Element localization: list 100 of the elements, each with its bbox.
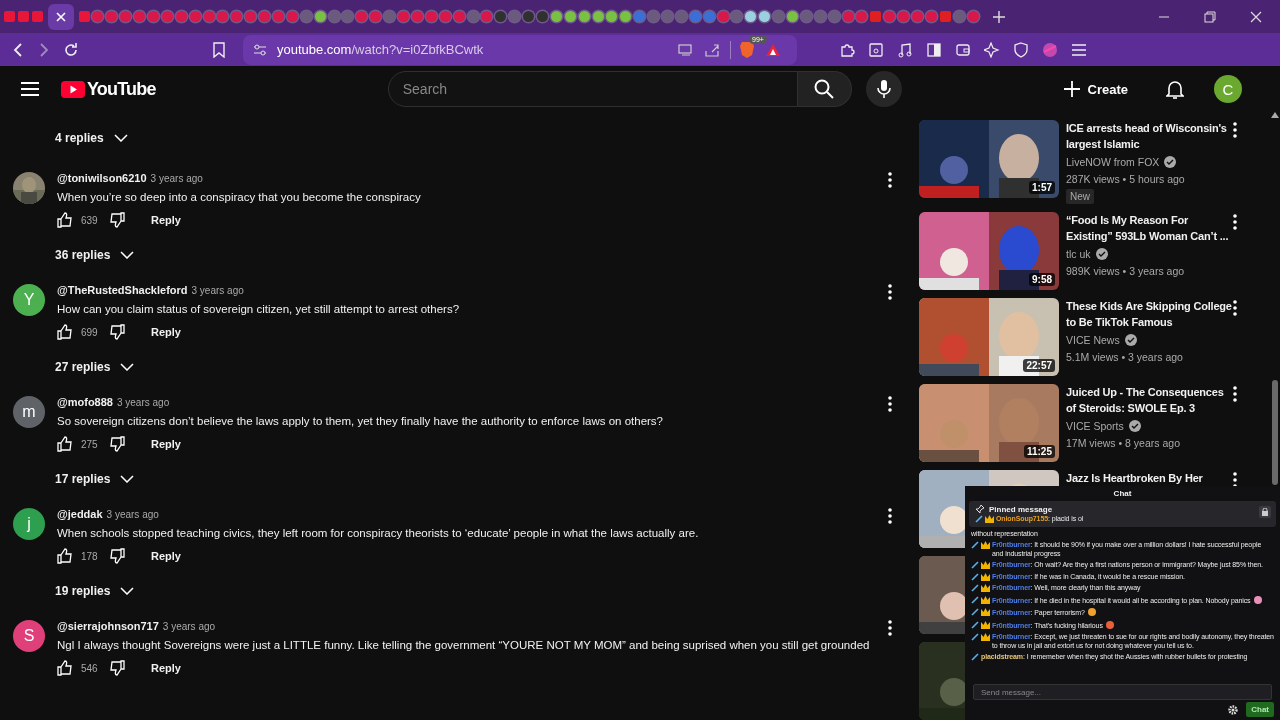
reply-button[interactable]: Reply [147,660,185,676]
search-button[interactable] [797,71,852,107]
dislike-icon[interactable] [109,660,125,676]
youtube-logo[interactable]: YouTube [87,78,156,100]
tab-favicon-icon[interactable] [578,11,590,22]
wallet-icon[interactable] [955,41,971,58]
comment-time[interactable]: 3 years ago [162,621,216,632]
sidebar-icon[interactable] [926,41,942,58]
channel-name[interactable]: tlc uk [1066,248,1091,260]
tab-favicon-icon[interactable] [620,11,632,22]
replies-toggle[interactable]: 36 replies [55,243,135,267]
like-icon[interactable] [57,212,73,228]
dislike-icon[interactable] [109,324,125,340]
dislike-icon[interactable] [109,436,125,452]
video-stats: 17M views • 8 years ago [1066,437,1181,449]
video-title[interactable]: Jazz Is Heartbroken By Her [1066,470,1234,486]
sparkle-icon[interactable] [984,41,1000,58]
like-icon[interactable] [57,324,73,340]
channel-name[interactable]: LiveNOW from FOX [1066,156,1160,168]
reader-icon[interactable] [868,41,884,58]
video-title[interactable]: “Food Is My Reason For Existing” 593Lb Woman Can’t ... [1066,212,1234,244]
replies-toggle[interactable]: 19 replies [55,579,135,603]
settings-icon[interactable] [1228,704,1239,715]
tab-favicon-icon[interactable] [550,11,562,22]
vpn-shield-icon[interactable] [1013,41,1029,58]
menu-icon[interactable] [21,82,39,96]
lock-button[interactable] [1259,506,1271,518]
more-options-icon[interactable] [1233,386,1237,402]
replies-toggle[interactable]: 17 replies [55,467,135,491]
more-options-icon[interactable] [1233,214,1237,230]
comment-time[interactable]: 3 years ago [116,397,170,408]
chevron-down-icon [120,587,135,595]
user-avatar[interactable]: S [13,620,45,652]
comment-author[interactable]: @toniwilson6210 [57,172,147,184]
comment-author[interactable]: @jeddak [57,508,103,520]
install-app-icon[interactable] [678,42,694,57]
new-tab-icon[interactable] [993,10,1006,23]
create-button[interactable]: Create [1057,80,1134,98]
triangle-icon[interactable] [765,42,781,57]
scroll-up-icon[interactable] [1271,112,1279,118]
microphone-button[interactable] [865,71,902,107]
comment-author[interactable]: @sierrajohnson717 [57,620,159,632]
more-options-icon[interactable] [1233,472,1237,488]
video-duration: 11:25 [1023,445,1055,458]
bookmark-icon[interactable] [213,41,225,58]
like-icon[interactable] [57,660,73,676]
reload-icon[interactable] [63,41,79,58]
comment-author[interactable]: @TheRustedShackleford [57,284,188,296]
more-options-icon[interactable] [888,396,892,412]
chat-input[interactable]: Send message... [973,684,1272,700]
video-title[interactable]: Juiced Up - The Consequences of Steroids: SWOLE Ep. 3 [1066,384,1234,416]
chat-send-button[interactable]: Chat [1246,702,1274,717]
reply-button[interactable]: Reply [147,212,185,228]
lion-shield-icon[interactable] [739,40,755,59]
tab-favicon-icon[interactable] [606,11,618,22]
active-tab[interactable] [47,3,74,30]
comment-time[interactable]: 3 years ago [150,173,203,184]
search-field[interactable]: Search [387,71,798,107]
dislike-icon[interactable] [109,548,125,564]
play-logo-icon[interactable] [61,80,85,98]
replies-toggle[interactable]: 27 replies [55,355,135,379]
restore-icon[interactable] [1204,10,1216,23]
tab-favicon-icon[interactable] [787,11,798,22]
comment-time[interactable]: 3 years ago [191,285,244,296]
comment-author[interactable]: @mofo888 [57,396,113,408]
more-options-icon[interactable] [888,508,892,524]
more-options-icon[interactable] [888,172,892,188]
close-icon[interactable] [1250,10,1262,23]
video-title[interactable]: ICE arrests head of Wisconsin's largest Islamic [1066,120,1234,152]
tab-favicon-icon[interactable] [314,11,326,22]
more-options-icon[interactable] [1233,122,1237,138]
user-avatar[interactable]: m [13,396,45,428]
comment-time[interactable]: 3 years ago [106,509,159,520]
extensions-icon[interactable] [839,41,855,58]
pinned-label: Pinned message [989,504,1053,514]
reply-button[interactable]: Reply [147,324,185,340]
more-options-icon[interactable] [888,284,892,300]
notifications-icon[interactable] [1166,79,1184,99]
more-options-icon[interactable] [888,620,892,636]
tab-favicon-icon[interactable] [592,11,604,22]
channel-name[interactable]: VICE News [1066,334,1120,346]
scrollbar-thumb[interactable] [1272,380,1278,485]
forward-icon[interactable] [37,41,51,58]
reply-button[interactable]: Reply [147,548,185,564]
dislike-icon[interactable] [109,212,125,228]
tab-favicon-icon[interactable] [759,11,771,22]
video-title[interactable]: These Kids Are Skipping College to Be TikTok Famous [1066,298,1234,330]
like-icon[interactable] [57,548,73,564]
tab-favicon-icon[interactable] [564,11,576,22]
tab-favicon-icon[interactable] [745,11,757,22]
music-icon[interactable] [897,41,913,58]
channel-name[interactable]: VICE Sports [1066,420,1124,432]
share-icon[interactable] [704,42,720,57]
more-options-icon[interactable] [1233,300,1237,316]
like-count: 178 [81,550,99,562]
like-icon[interactable] [57,436,73,452]
replies-toggle[interactable]: 4 replies [55,126,128,150]
reply-button[interactable]: Reply [147,436,185,452]
profile-icon[interactable] [1042,41,1058,58]
back-icon[interactable] [11,41,25,58]
